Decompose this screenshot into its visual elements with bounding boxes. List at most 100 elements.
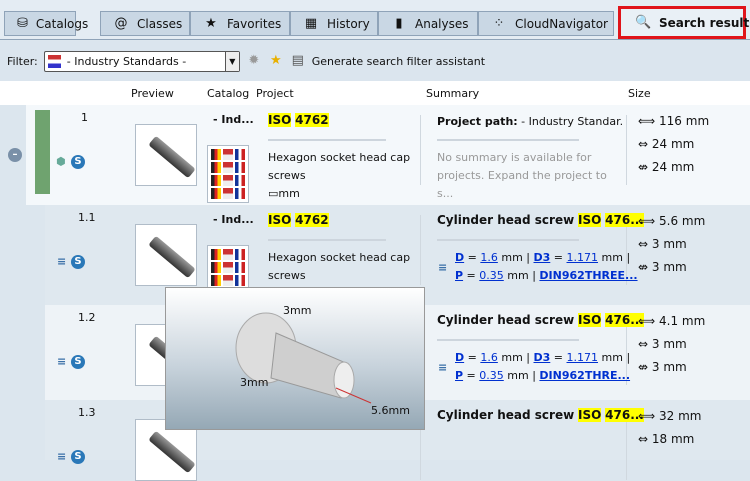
unit: mm [601, 251, 623, 264]
list-icon: ≡ [57, 355, 67, 368]
unit: mm [278, 187, 300, 200]
row-number: 1.2 [78, 311, 96, 324]
filter-select[interactable]: - Industry Standards - ▼ [43, 50, 240, 72]
param-p-value[interactable]: 0.35 [479, 269, 504, 282]
size-text: 116 mm [659, 114, 710, 128]
iso-highlight: ISO [578, 313, 602, 327]
cloud-navigator-icon: ⁘ [493, 15, 505, 31]
dim-top: 3mm [283, 304, 312, 317]
tab-history[interactable]: ▦ History [290, 11, 378, 36]
flags-icon [47, 54, 61, 68]
param-d-link[interactable]: D [455, 251, 464, 264]
col-summary[interactable]: Summary [426, 87, 479, 100]
size-value: ⇎ 3 mm [638, 356, 687, 379]
size-text: 24 mm [651, 137, 695, 151]
tab-favorites[interactable]: ★ Favorites [190, 11, 290, 36]
tab-analyses[interactable]: ▮ Analyses [378, 11, 478, 36]
size-value: ⇔ 18 mm [638, 428, 694, 451]
dimension-arrow-icon: ⇎ [638, 160, 649, 174]
chevron-down-icon[interactable]: ▼ [224, 51, 239, 71]
tab-label: Favorites [227, 16, 282, 31]
tab-label: Catalogs [35, 16, 89, 31]
dimension-arrow-icon: ⟺ [638, 314, 656, 328]
unit: mm [501, 251, 523, 264]
code-highlight: 4762 [295, 213, 329, 227]
param-thread-link[interactable]: DIN962THRE... [539, 369, 630, 382]
unit: mm [507, 269, 529, 282]
size-value: ⇎ 24 mm [638, 156, 694, 179]
tab-search-results[interactable]: 🔍 Search results [618, 6, 750, 39]
size-text: 5.6 mm [659, 214, 706, 228]
param-d3-link[interactable]: D3 [534, 351, 551, 364]
group-bar [35, 110, 50, 194]
path-label: Project path: [437, 115, 518, 128]
col-project[interactable]: Project [256, 87, 294, 100]
dimension-arrow-icon: ⇎ [638, 260, 649, 274]
param-d3-value[interactable]: 1.171 [567, 251, 599, 264]
tab-label: Analyses [415, 16, 469, 31]
catalogs-icon: ⛁ [17, 15, 28, 31]
dim-right: 5.6mm [371, 404, 410, 417]
iso-highlight: ISO [268, 113, 292, 127]
list-icon: ≡ [57, 255, 67, 268]
dimension-arrow-icon: ⇔ [638, 237, 649, 251]
tab-label: Classes [137, 16, 183, 31]
no-summary-text: No summary is available for projects. Ex… [437, 151, 607, 200]
param-d3-value[interactable]: 1.171 [567, 351, 599, 364]
size-value: ⟺ 4.1 mm [638, 310, 705, 333]
dimension-arrow-icon: ⇎ [638, 360, 649, 374]
tab-bar: ⛁ Catalogs @ Classes ★ Favorites ▦ History ▮ Anal… [0, 0, 750, 40]
catalog-name: - Ind... [213, 113, 254, 126]
list-icon: ≡ [438, 261, 448, 274]
project-description: Hexagon socket head cap screws [268, 251, 411, 282]
tab-label: CloudNavigator [515, 16, 608, 31]
param-p-link[interactable]: P [455, 369, 463, 382]
size-value: ⇔ 3 mm [638, 333, 687, 356]
dimension-arrow-icon: ⟺ [638, 409, 656, 423]
tab-cloudnavigator[interactable]: ⁘ CloudNavigator [478, 11, 614, 36]
param-p-value[interactable]: 0.35 [479, 369, 504, 382]
standard-icon: S [71, 155, 85, 169]
size-text: 4.1 mm [659, 314, 706, 328]
gear-icon[interactable]: ✹ [246, 53, 262, 69]
parameter-summary: D = 1.6 mm | D3 = 1.171 mm | P = 0.35 mm … [455, 351, 631, 382]
row-number: 1 [81, 111, 88, 124]
preview-thumbnail[interactable] [135, 224, 197, 286]
size-text: 3 mm [651, 260, 687, 274]
filter-save-icon[interactable]: ▤ [290, 53, 306, 69]
dimension-arrow-icon: ⇔ [638, 337, 649, 351]
col-catalog[interactable]: Catalog [207, 87, 249, 100]
param-d3-link[interactable]: D3 [534, 251, 551, 264]
size-text: 32 mm [659, 409, 702, 423]
tab-catalogs[interactable]: ⛁ Catalogs [4, 11, 88, 36]
col-size[interactable]: Size [628, 87, 651, 100]
catalog-flags-icon [207, 145, 249, 203]
row-number: 1.1 [78, 211, 96, 224]
standard-icon: S [71, 450, 85, 464]
bar-chart-icon: ▮ [395, 15, 403, 31]
dim-left: 3mm [240, 376, 269, 389]
param-d-value[interactable]: 1.6 [480, 351, 498, 364]
param-d-link[interactable]: D [455, 351, 464, 364]
standard-icon: S [71, 355, 85, 369]
filter-bar: Filter: - Industry Standards - ▼ ✹ ★ ▤ G… [0, 41, 750, 81]
size-text: 3 mm [651, 337, 687, 351]
result-row[interactable]: ⬢ S 1 - Ind... ISO 4762 Hexagon socket head c… [26, 105, 750, 205]
generate-filter-assistant-button[interactable]: Generate search filter assistant [312, 55, 485, 68]
filter-label: Filter: [7, 54, 38, 68]
ruler-icon: ▭ [268, 187, 279, 200]
iso-highlight: ISO [578, 408, 602, 422]
collapse-icon[interactable]: – [8, 148, 22, 162]
tab-classes[interactable]: @ Classes [100, 11, 190, 36]
param-p-link[interactable]: P [455, 269, 463, 282]
favorite-save-icon[interactable]: ★ [268, 53, 284, 69]
search-icon: 🔍 [635, 14, 652, 30]
param-d-value[interactable]: 1.6 [480, 251, 498, 264]
preview-thumbnail[interactable] [135, 124, 197, 186]
iso-highlight: ISO [268, 213, 292, 227]
param-thread-link[interactable]: DIN962THREE... [539, 269, 637, 282]
parameter-summary: D = 1.6 mm | D3 = 1.171 mm | P = 0.35 mm … [455, 251, 638, 282]
star-icon: ★ [205, 15, 217, 31]
col-preview[interactable]: Preview [131, 87, 174, 100]
size-text: 24 mm [651, 160, 695, 174]
